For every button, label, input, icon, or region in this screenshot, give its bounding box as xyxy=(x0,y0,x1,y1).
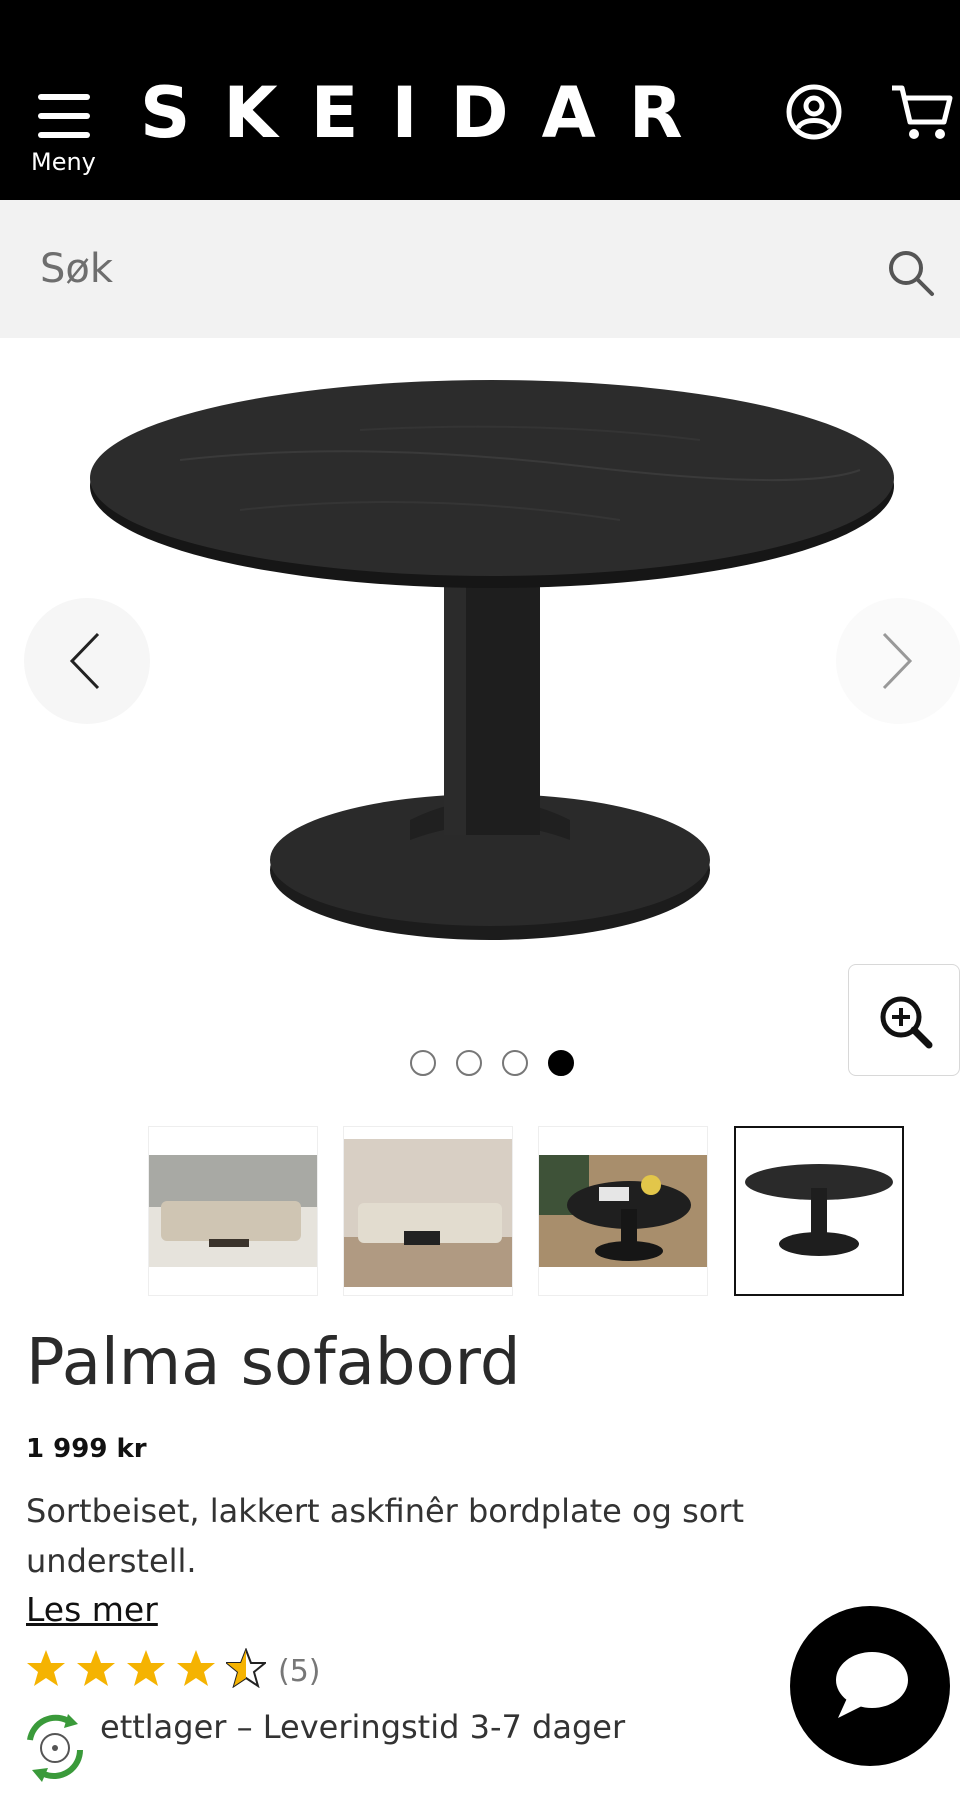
chevron-right-icon xyxy=(882,632,913,690)
chevron-left-icon xyxy=(69,632,100,690)
carousel-dot[interactable] xyxy=(410,1050,436,1076)
carousel-dot-active[interactable] xyxy=(548,1050,574,1076)
chat-bubble-icon xyxy=(836,1652,908,1718)
star-full-icon xyxy=(27,1650,65,1686)
search-bar xyxy=(0,200,960,338)
stock-status-text: ettlager – Leveringstid 3-7 dager xyxy=(100,1708,626,1746)
zoom-button[interactable] xyxy=(848,964,960,1076)
menu-button[interactable]: Meny xyxy=(28,86,100,180)
carousel-dot[interactable] xyxy=(502,1050,528,1076)
search-icon[interactable] xyxy=(886,248,936,298)
carousel-dots xyxy=(410,1050,590,1076)
stock-status-icon xyxy=(27,1714,83,1782)
carousel-dot[interactable] xyxy=(456,1050,482,1076)
cart-icon[interactable] xyxy=(890,82,954,142)
search-input[interactable] xyxy=(40,232,860,306)
previous-image-button[interactable] xyxy=(24,598,150,724)
read-more-link[interactable]: Les mer xyxy=(26,1590,158,1629)
next-image-button[interactable] xyxy=(836,598,960,724)
review-count[interactable]: (5) xyxy=(278,1654,321,1689)
star-full-icon xyxy=(127,1650,165,1686)
product-title: Palma sofabord xyxy=(26,1326,521,1400)
thumbnail-3[interactable] xyxy=(538,1126,708,1296)
thumbnail-image xyxy=(539,1155,707,1267)
thumbnail-image xyxy=(149,1155,317,1267)
menu-label: Meny xyxy=(31,148,96,176)
star-full-icon xyxy=(77,1650,115,1686)
chat-button[interactable] xyxy=(790,1606,950,1766)
thumbnail-4-active[interactable] xyxy=(734,1126,904,1296)
user-account-icon[interactable] xyxy=(786,84,842,140)
thumbnail-2[interactable] xyxy=(343,1126,513,1296)
thumbnail-image xyxy=(745,1164,893,1256)
product-main-image xyxy=(90,380,894,940)
star-half-icon xyxy=(226,1648,266,1688)
hamburger-icon xyxy=(38,94,90,138)
star-full-icon xyxy=(177,1650,215,1686)
site-logo[interactable]: SKEIDAR xyxy=(140,78,716,148)
zoom-in-icon xyxy=(880,996,933,1049)
product-description: Sortbeiset, lakkert askfinêr bordplate o… xyxy=(26,1492,745,1580)
product-price: 1 999 kr xyxy=(26,1434,147,1464)
thumbnail-image xyxy=(344,1139,512,1287)
site-header: Meny SKEIDAR xyxy=(0,0,960,200)
thumbnail-1[interactable] xyxy=(148,1126,318,1296)
